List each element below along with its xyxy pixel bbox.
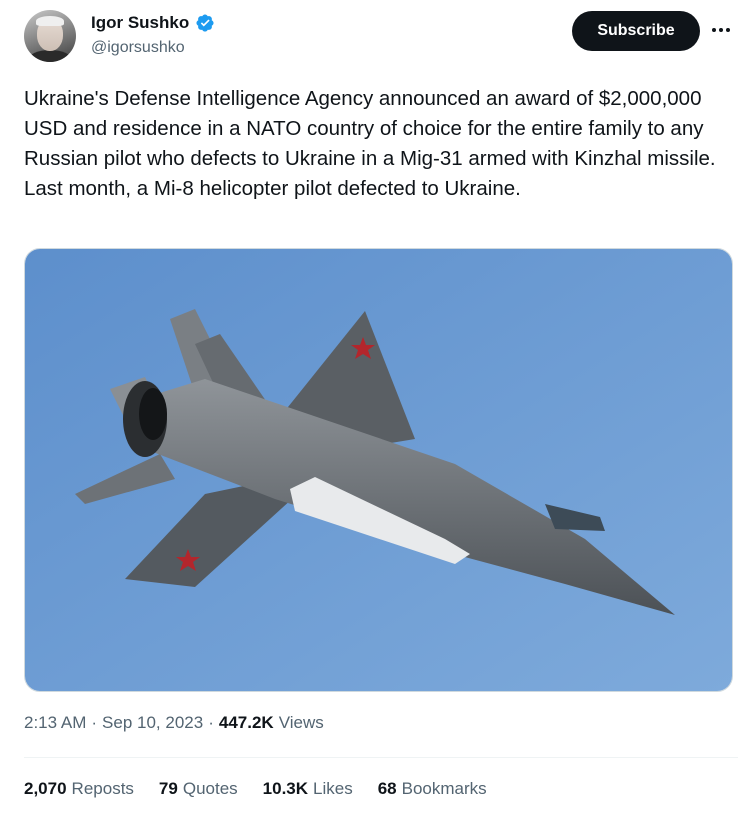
stat-count: 2,070: [24, 779, 67, 798]
tweet-text: Ukraine's Defense Intelligence Agency an…: [24, 87, 716, 200]
bookmarks-stat[interactable]: 68 Bookmarks: [378, 779, 487, 799]
author-name[interactable]: Igor Sushko: [91, 13, 189, 33]
stat-label: Bookmarks: [401, 779, 487, 798]
stat-label: Reposts: [71, 779, 134, 798]
divider: [24, 757, 738, 758]
likes-stat[interactable]: 10.3K Likes: [263, 779, 353, 799]
stat-label: Quotes: [182, 779, 238, 798]
meta-separator: ·: [91, 713, 98, 732]
author-name-row[interactable]: Igor Sushko: [91, 13, 215, 33]
stat-count: 10.3K: [262, 779, 309, 798]
fighter-jet-photo: [25, 249, 732, 691]
views-count: 447.2K: [218, 713, 274, 732]
more-horizontal-icon[interactable]: [709, 20, 733, 40]
reposts-stat[interactable]: 2,070 Reposts: [24, 779, 134, 799]
views-label: Views: [278, 713, 324, 732]
stat-count: 68: [377, 779, 397, 798]
tweet: Igor Sushko @igorsushko Subscribe Ukrain…: [0, 0, 738, 814]
tweet-time[interactable]: 2:13 AM: [24, 713, 86, 733]
tweet-date[interactable]: Sep 10, 2023: [102, 713, 203, 733]
engagement-stats: 2,070 Reposts 79 Quotes 10.3K Likes 68 B…: [24, 779, 487, 799]
avatar[interactable]: [24, 10, 76, 62]
stat-label: Likes: [313, 779, 353, 798]
meta-separator: ·: [208, 713, 214, 732]
tweet-image[interactable]: [24, 248, 733, 692]
quotes-stat[interactable]: 79 Quotes: [159, 779, 238, 799]
subscribe-button[interactable]: Subscribe: [572, 11, 700, 51]
tweet-meta: 2:13 AM · Sep 10, 2023 · 447.2K Views: [24, 713, 324, 733]
verified-badge-icon: [196, 14, 214, 32]
stat-count: 79: [158, 779, 178, 798]
author-handle[interactable]: @igorsushko: [91, 39, 185, 57]
